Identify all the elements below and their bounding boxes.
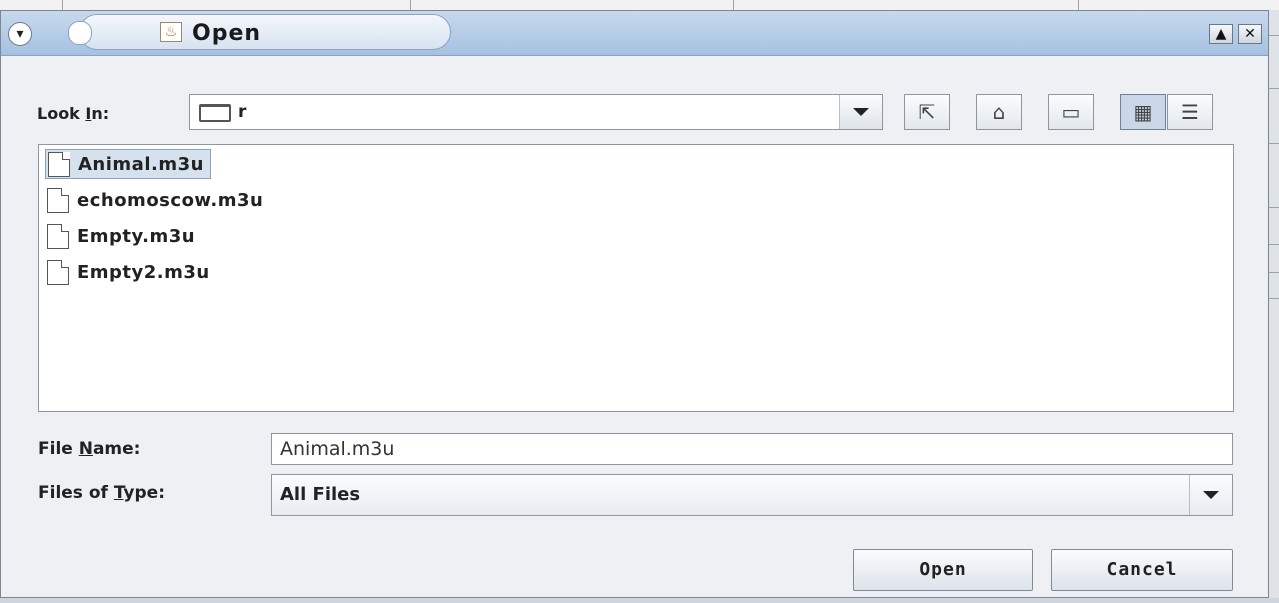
background-window-bottom: [0, 598, 1279, 603]
background-divider: [1078, 0, 1079, 10]
title-pill-cap: [68, 21, 92, 45]
home-icon[interactable]: ⌂: [976, 94, 1022, 130]
java-cup-icon: ♨: [160, 22, 182, 42]
background-divider: [1269, 207, 1279, 208]
background-divider: [1269, 298, 1279, 299]
background-divider: [733, 0, 734, 10]
background-window-edge: [1269, 10, 1279, 603]
list-view-icon[interactable]: ▦: [1120, 94, 1166, 130]
file-icon: [47, 223, 69, 249]
background-divider: [1269, 272, 1279, 273]
file-type-label-text: Files of: [38, 483, 114, 503]
file-name: Empty.m3u: [77, 225, 196, 247]
file-icon: [48, 151, 70, 177]
file-name: Empty2.m3u: [77, 261, 210, 283]
file-name-label-text-end: ame:: [92, 439, 141, 459]
new-folder-icon[interactable]: ▭: [1048, 94, 1094, 130]
close-icon[interactable]: ✕: [1238, 24, 1262, 44]
file-type-value: All Files: [280, 484, 361, 505]
list-item[interactable]: Animal.m3u: [45, 149, 211, 179]
look-in-label: Look In:: [37, 104, 109, 123]
file-type-select[interactable]: All Files: [271, 474, 1233, 516]
look-in-label-text-end: n:: [91, 104, 110, 123]
title-pill: ♨ Open: [68, 14, 451, 50]
file-type-label-text-end: ype:: [123, 483, 166, 503]
file-name-label: File Name:: [38, 439, 140, 459]
file-name-label-text: File: [38, 439, 79, 459]
background-divider: [62, 0, 63, 10]
file-list[interactable]: Animal.m3u echomoscow.m3u Empty.m3u Empt…: [38, 144, 1234, 412]
file-type-mnemonic: T: [113, 483, 124, 503]
chevron-down-icon[interactable]: [1189, 475, 1232, 515]
file-name: Animal.m3u: [78, 153, 204, 175]
cancel-button[interactable]: Cancel: [1051, 549, 1233, 591]
file-name-mnemonic: N: [78, 439, 93, 459]
file-icon: [47, 187, 69, 213]
look-in-combo[interactable]: r: [189, 94, 883, 130]
open-file-dialog: ▾ ♨ Open ▲ ✕ Look In: r ⇱ ⌂ ▭ ▦ ☰ Animal…: [0, 10, 1269, 598]
up-folder-icon[interactable]: ⇱: [904, 94, 950, 130]
file-name: echomoscow.m3u: [77, 189, 264, 211]
list-item[interactable]: Empty2.m3u: [45, 257, 210, 287]
background-divider: [1269, 35, 1279, 36]
look-in-value: r: [238, 102, 247, 122]
list-item[interactable]: Empty.m3u: [45, 221, 195, 251]
look-in-label-text: Look: [37, 104, 86, 123]
maximize-icon[interactable]: ▲: [1209, 24, 1233, 44]
background-divider: [410, 0, 411, 10]
file-type-label: Files of Type:: [38, 483, 165, 503]
chevron-down-icon[interactable]: [839, 95, 882, 129]
background-divider: [1269, 143, 1279, 144]
background-divider: [1269, 244, 1279, 245]
file-icon: [47, 259, 69, 285]
background-divider: [1269, 88, 1279, 89]
window-title: Open: [192, 21, 262, 46]
list-item[interactable]: echomoscow.m3u: [45, 185, 263, 215]
details-view-icon[interactable]: ☰: [1167, 94, 1213, 130]
file-name-field[interactable]: [271, 433, 1233, 465]
folder-icon: [199, 104, 231, 122]
window-menu-icon[interactable]: ▾: [8, 22, 32, 46]
open-button[interactable]: Open: [853, 549, 1033, 591]
title-bar: ▾ ♨ Open ▲ ✕: [1, 11, 1268, 56]
